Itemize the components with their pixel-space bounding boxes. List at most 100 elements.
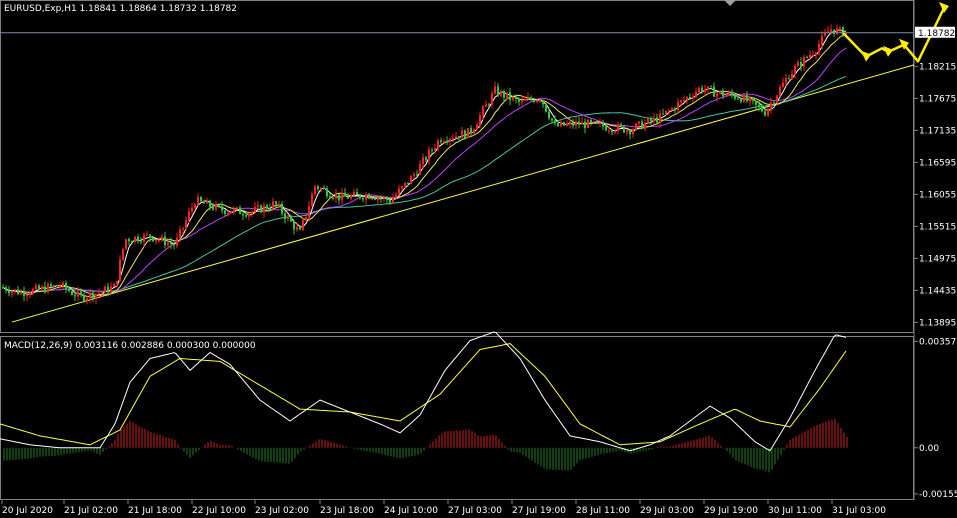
candle (359, 193, 361, 200)
candle (131, 240, 133, 243)
candle (317, 184, 319, 192)
candle (797, 59, 799, 67)
time-tick-label: 22 Jul 10:00 (192, 506, 246, 516)
chart-shift-marker[interactable] (724, 0, 736, 6)
candle (476, 122, 478, 130)
candle (155, 239, 157, 245)
candle (806, 55, 808, 59)
candle (794, 63, 796, 79)
candle (302, 218, 304, 232)
candle (500, 89, 502, 98)
candle (263, 202, 265, 218)
candle (590, 118, 592, 126)
forecast-arrowhead (939, 2, 949, 13)
candle (635, 122, 637, 131)
candle (566, 120, 568, 127)
time-tick-label: 23 Jul 02:00 (255, 506, 309, 516)
candle (215, 200, 217, 212)
forecast-arrowhead (861, 50, 871, 62)
candle (125, 238, 127, 251)
candle (710, 85, 712, 88)
candle (128, 237, 130, 246)
candle (485, 100, 487, 107)
candle (599, 118, 601, 128)
time-tick-label: 29 Jul 19:00 (704, 506, 758, 516)
candle (41, 284, 43, 292)
time-tick-label: 29 Jul 03:00 (640, 506, 694, 516)
candle (146, 231, 148, 237)
candle (23, 286, 25, 302)
ma-slow-line (2, 47, 847, 293)
candlestick-series (2, 24, 847, 305)
price-axis: 1.18215 1.17675 1.17135 1.16595 1.16055 1.155… (914, 62, 956, 328)
candle (62, 281, 64, 289)
macd-header: MACD(12,26,9) 0.003116 0.002886 0.000300… (4, 341, 256, 351)
trading-chart[interactable]: 1.18215 1.17675 1.17135 1.16595 1.16055 1.155… (0, 0, 957, 518)
time-tick-label: 27 Jul 03:00 (448, 506, 502, 516)
candle (581, 116, 583, 125)
macd-histogram (3, 418, 848, 473)
forecast-arrowhead (883, 45, 893, 57)
candle (47, 281, 49, 294)
candle (818, 39, 820, 56)
candle (335, 188, 337, 203)
candle (152, 237, 154, 243)
candle (38, 283, 40, 291)
candle (44, 281, 46, 294)
candle (344, 187, 346, 197)
candle (191, 203, 193, 216)
candle (527, 92, 529, 101)
candle (446, 136, 448, 146)
candle (32, 287, 34, 295)
current-price-label: 1.18782 (918, 29, 955, 39)
candle (428, 146, 430, 165)
candle (584, 118, 586, 134)
candle (572, 118, 574, 129)
candle (65, 280, 67, 294)
candle (311, 191, 313, 207)
candle (704, 84, 706, 96)
candle (644, 119, 646, 132)
candle (791, 69, 793, 80)
candle (92, 290, 94, 302)
candle (260, 204, 262, 214)
candle (692, 92, 694, 103)
price-tick-label: 1.17135 (919, 126, 956, 136)
candle (230, 212, 232, 214)
ma-mid-line (2, 32, 847, 297)
candle (542, 99, 544, 108)
candle (836, 24, 838, 35)
candle (59, 282, 61, 290)
macd-panel-frame (0, 336, 914, 500)
candle (716, 91, 718, 102)
candle (338, 194, 340, 205)
candle (137, 234, 139, 244)
ma-fast-line (2, 29, 847, 299)
price-tick-label: 1.14435 (919, 286, 956, 296)
candle (491, 90, 493, 109)
candle (206, 197, 208, 204)
candle (119, 255, 121, 282)
macd-tick-label: -0.001552 (919, 490, 957, 500)
candle (362, 196, 364, 203)
candle (623, 125, 625, 134)
candle (545, 103, 547, 113)
candle (509, 87, 511, 106)
chart-canvas[interactable]: 1.18215 1.17675 1.17135 1.16595 1.16055 1.155… (0, 0, 957, 518)
candle (305, 216, 307, 222)
candle (248, 212, 250, 221)
price-tick-label: 1.17675 (919, 94, 956, 104)
candle (662, 108, 664, 115)
candle (5, 285, 7, 294)
macd-tick-label: 0.003575 (919, 337, 957, 347)
macd-tick-label: 0.00 (919, 444, 939, 454)
price-tick-label: 1.15515 (919, 222, 956, 232)
candle (803, 54, 805, 71)
candle (341, 188, 343, 205)
candle (779, 84, 781, 97)
candle (470, 125, 472, 137)
candle (176, 232, 178, 249)
candle (275, 200, 277, 208)
candle (353, 188, 355, 197)
main-panel-frame (0, 0, 914, 333)
